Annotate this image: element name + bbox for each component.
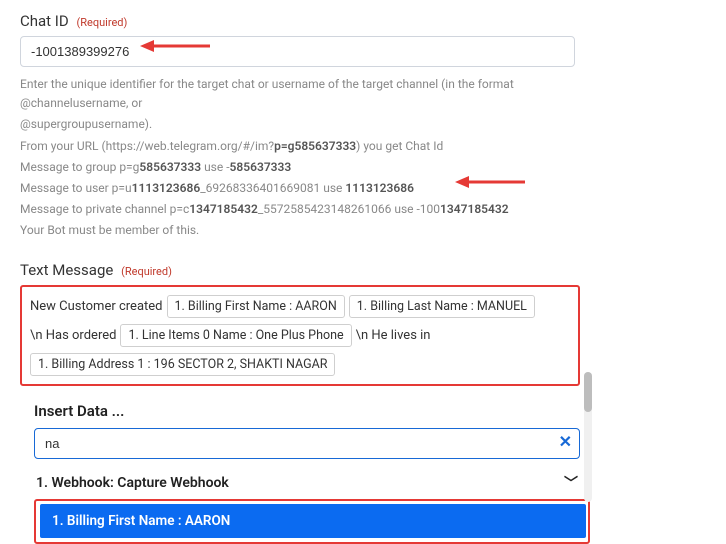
insert-data-panel: Insert Data ... ✕ 1. Webhook: Capture We… — [20, 396, 585, 544]
message-token[interactable]: 1. Billing Address 1 : 196 SECTOR 2, SHA… — [30, 353, 335, 376]
help-bold: 585637333 — [230, 160, 292, 174]
help-text: Message to private channel p=c — [20, 202, 189, 216]
help-text: _5572585423148261066 use -100 — [258, 202, 440, 216]
close-icon: ✕ — [559, 434, 572, 451]
help-text: Your Bot must be member of this. — [20, 221, 590, 240]
webhook-section-title: 1. Webhook: Capture Webhook — [36, 475, 229, 491]
message-literal: \n He lives in — [356, 328, 431, 343]
help-text: Message to user p=u — [20, 181, 132, 195]
help-text: Message to group p=g — [20, 160, 139, 174]
message-literal: \n Has ordered — [30, 328, 116, 343]
help-bold: 1113123686 — [345, 181, 414, 195]
help-text: @supergroupusername). — [20, 117, 152, 131]
webhook-section-header[interactable]: 1. Webhook: Capture Webhook ﹀ — [34, 469, 580, 499]
highlight-frame: 1. Billing First Name : AARON — [34, 499, 590, 544]
message-token[interactable]: 1. Billing First Name : AARON — [167, 295, 345, 318]
help-bold: 1113123686 — [132, 181, 201, 195]
chat-id-help: Enter the unique identifier for the targ… — [20, 75, 590, 241]
help-bold: 585637333 — [139, 160, 201, 174]
help-bold: 1347185432 — [440, 202, 509, 216]
help-bold: 1347185432 — [189, 202, 258, 216]
message-token[interactable]: 1. Billing Last Name : MANUEL — [349, 295, 535, 318]
chevron-down-icon: ﹀ — [564, 473, 578, 493]
scrollbar-track[interactable] — [584, 372, 592, 502]
chat-id-label: Chat ID (Required) — [20, 12, 706, 30]
message-token[interactable]: 1. Line Items 0 Name : One Plus Phone — [120, 324, 351, 347]
help-text: Enter the unique identifier for the targ… — [20, 77, 514, 110]
message-literal: New Customer created — [30, 299, 163, 314]
insert-data-item[interactable]: 1. Billing First Name : AARON — [40, 504, 586, 538]
search-clear-button[interactable]: ✕ — [559, 435, 572, 451]
help-text: _69268336401669081 use — [200, 181, 345, 195]
help-text: use - — [201, 160, 229, 174]
help-bold: p=g585637333 — [274, 139, 356, 153]
insert-data-search-input[interactable] — [34, 428, 580, 459]
text-message-label: Text Message (Required) — [20, 261, 706, 279]
help-text: From your URL (https://web.telegram.org/… — [20, 139, 274, 153]
text-message-label-text: Text Message — [20, 261, 113, 279]
insert-data-title: Insert Data ... — [34, 402, 585, 420]
required-indicator: (Required) — [76, 16, 127, 29]
help-text: ) you get Chat Id — [356, 139, 443, 153]
required-indicator: (Required) — [121, 265, 172, 278]
chat-id-label-text: Chat ID — [20, 12, 69, 30]
scrollbar-thumb[interactable] — [584, 372, 592, 412]
text-message-input[interactable]: New Customer created 1. Billing First Na… — [20, 285, 580, 386]
chat-id-input[interactable] — [20, 36, 575, 67]
